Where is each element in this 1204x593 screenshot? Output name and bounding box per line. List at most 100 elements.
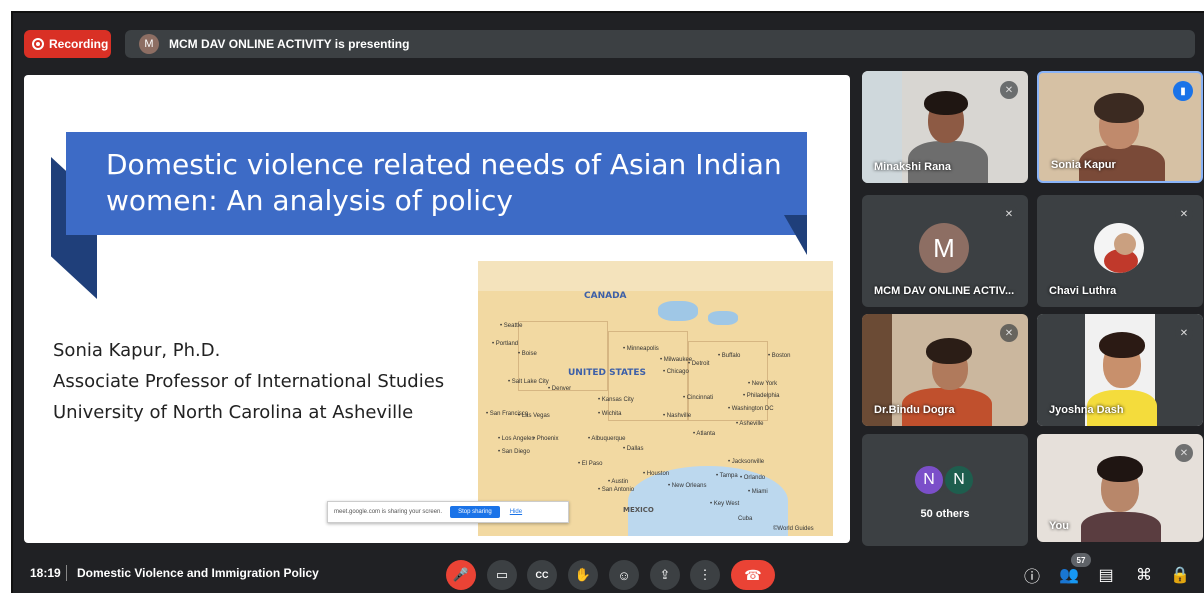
participant-count-badge: 57 <box>1071 553 1091 567</box>
participant-name: Jyoshna Dash <box>1049 404 1124 416</box>
app-root: Recording M MCM DAV ONLINE ACTIVITY is p… <box>0 0 1204 593</box>
map-label-mexico: MEXICO <box>623 506 654 514</box>
us-map-image: CANADA UNITED STATES MEXICO Cuba ©World … <box>478 261 833 536</box>
others-tile[interactable]: N N 50 others <box>862 434 1028 546</box>
participant-name: Dr.Bindu Dogra <box>874 404 955 416</box>
map-city-label: • Wichita <box>598 411 622 417</box>
map-city-label: • Minneapolis <box>623 346 659 352</box>
map-city-label: • Chicago <box>663 369 689 375</box>
map-city-label: • Tampa <box>716 473 738 479</box>
map-city-label: • El Paso <box>578 461 603 467</box>
raise-hand-button[interactable]: ✋ <box>568 560 598 590</box>
others-avatar: N <box>943 464 975 496</box>
map-city-label: • Washington DC <box>728 406 774 412</box>
meeting-clock: 18:19 <box>30 566 61 580</box>
map-city-label: • Atlanta <box>693 431 716 437</box>
map-city-label: • Portland <box>492 341 519 347</box>
participant-tile[interactable]: ✕ Jyoshna Dash <box>1037 314 1203 426</box>
host-controls-icon[interactable]: 🔒 <box>1169 564 1191 586</box>
author-affiliation: University of North Carolina at Ashevill… <box>53 402 414 423</box>
map-city-label: • Houston <box>643 471 670 477</box>
map-lake <box>708 311 738 325</box>
map-city-label: • Miami <box>748 489 768 495</box>
map-credit: ©World Guides <box>773 526 814 532</box>
record-icon <box>32 38 44 50</box>
meeting-info-icon[interactable]: ⓘ <box>1021 564 1043 586</box>
map-city-label: • Boise <box>518 351 537 357</box>
participant-tile[interactable]: ▮ Sonia Kapur <box>1037 71 1203 183</box>
participant-name: You <box>1049 520 1069 532</box>
map-city-label: • Las Vegas <box>518 413 550 419</box>
map-city-label: • Philadelphia <box>743 393 780 399</box>
others-label: 50 others <box>920 508 970 520</box>
map-city-label: • Jacksonville <box>728 459 765 465</box>
author-name: Sonia Kapur, Ph.D. <box>53 340 221 361</box>
slide-title: Domestic violence related needs of Asian… <box>106 148 782 217</box>
author-block: Sonia Kapur, Ph.D. Associate Professor o… <box>53 335 444 428</box>
mic-off-icon: ✕ <box>1000 81 1018 99</box>
present-button[interactable]: ⇪ <box>650 560 680 590</box>
map-city-label: • Los Angeles <box>498 436 535 442</box>
map-city-label: • Salt Lake City <box>508 379 549 385</box>
chat-icon[interactable]: ▤ <box>1095 564 1117 586</box>
hide-link[interactable]: Hide <box>510 509 522 515</box>
stop-sharing-button[interactable]: Stop sharing <box>450 506 500 518</box>
participant-name: Minakshi Rana <box>874 161 952 173</box>
map-lake <box>658 301 698 321</box>
share-notice-text: meet.google.com is sharing your screen. <box>334 509 443 515</box>
mic-off-icon: ✕ <box>1175 444 1193 462</box>
author-position: Associate Professor of International Stu… <box>53 371 445 392</box>
map-city-label: • Boston <box>768 353 791 359</box>
mic-off-icon: ✕ <box>1000 205 1018 223</box>
participant-tile[interactable]: ✕ Chavi Luthra <box>1037 195 1203 307</box>
map-city-label: • Austin <box>608 479 629 485</box>
mic-off-icon: ✕ <box>1000 324 1018 342</box>
map-label-usa: UNITED STATES <box>568 368 647 378</box>
map-city-label: • Asheville <box>736 421 764 427</box>
captions-button[interactable]: CC <box>527 560 557 590</box>
map-city-label: • San Diego <box>498 449 530 455</box>
self-tile[interactable]: ✕ You <box>1037 434 1203 542</box>
end-call-button[interactable]: ☎ <box>731 560 775 590</box>
mic-off-icon: ✕ <box>1175 205 1193 223</box>
presenter-avatar: M <box>139 34 159 54</box>
map-city-label: • Detroit <box>688 361 710 367</box>
map-label-cuba: Cuba <box>738 516 753 522</box>
divider <box>66 565 67 581</box>
others-avatar: N <box>913 464 945 496</box>
mic-off-icon: ✕ <box>1175 324 1193 342</box>
participant-avatar-photo <box>1094 223 1144 273</box>
map-city-label: • Kansas City <box>598 397 634 403</box>
map-city-label: • Key West <box>710 501 740 507</box>
presenter-bar: M MCM DAV ONLINE ACTIVITY is presenting <box>125 30 1195 58</box>
speaking-indicator-icon: ▮ <box>1173 81 1193 101</box>
participant-name: Chavi Luthra <box>1049 285 1117 297</box>
mic-off-button[interactable]: 🎤 <box>446 560 476 590</box>
emoji-button[interactable]: ☺ <box>609 560 639 590</box>
participant-name: Sonia Kapur <box>1051 159 1116 171</box>
recording-label: Recording <box>49 37 109 51</box>
map-city-label: • Cincinnati <box>683 395 714 401</box>
activities-icon[interactable]: ⌘ <box>1133 564 1155 586</box>
presenter-text: MCM DAV ONLINE ACTIVITY is presenting <box>169 37 410 51</box>
participant-name: MCM DAV ONLINE ACTIV... <box>874 285 1015 297</box>
camera-button[interactable]: ▭ <box>487 560 517 590</box>
participant-tile[interactable]: ✕ Minakshi Rana <box>862 71 1028 183</box>
map-city-label: • Dallas <box>623 446 644 452</box>
recording-indicator[interactable]: Recording <box>24 30 111 58</box>
map-city-label: • Phoenix <box>533 436 559 442</box>
participant-tile[interactable]: ✕ M MCM DAV ONLINE ACTIV... <box>862 195 1028 307</box>
map-city-label: • Nashville <box>663 413 692 419</box>
participants-icon[interactable]: 👥 <box>1058 564 1080 586</box>
meet-window: Recording M MCM DAV ONLINE ACTIVITY is p… <box>11 11 1204 593</box>
bottom-control-bar: 18:19 Domestic Violence and Immigration … <box>13 553 1204 593</box>
more-options-button[interactable]: ⋮ <box>690 560 720 590</box>
map-city-label: • San Antonio <box>598 487 635 493</box>
presentation-slide: Domestic violence related needs of Asian… <box>24 75 850 543</box>
map-city-label: • New York <box>748 381 778 387</box>
map-city-label: • New Orleans <box>668 483 707 489</box>
map-city-label: • Seattle <box>500 323 523 329</box>
participant-avatar: M <box>919 223 969 273</box>
meeting-title: Domestic Violence and Immigration Policy <box>77 566 319 580</box>
participant-tile[interactable]: ✕ Dr.Bindu Dogra <box>862 314 1028 426</box>
